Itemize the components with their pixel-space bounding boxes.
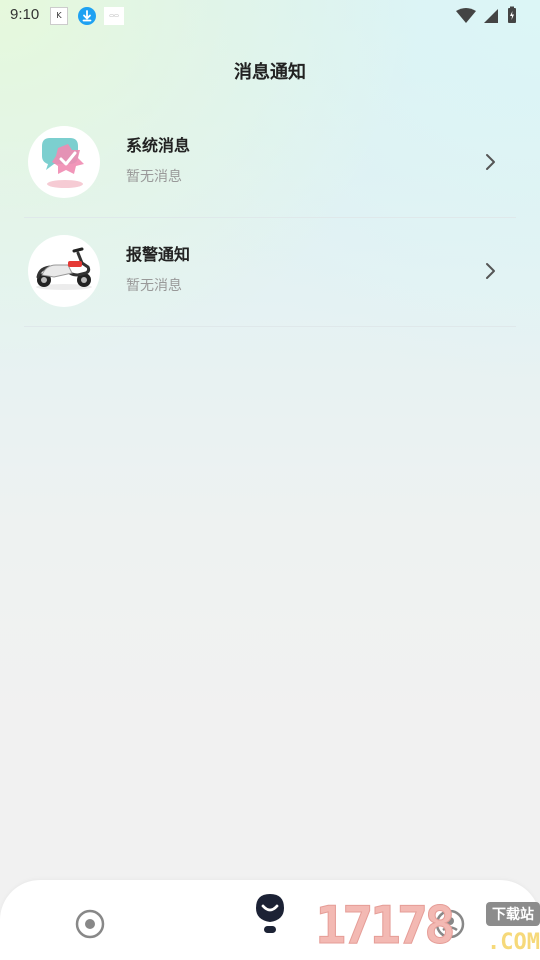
message-tab-icon [256, 894, 284, 933]
page-title: 消息通知 [234, 62, 306, 83]
download-icon [78, 7, 96, 25]
list-item-system-message[interactable]: 系统消息 暂无消息 [24, 108, 516, 218]
status-time: 9:10 [10, 6, 40, 23]
tab-messages[interactable] [240, 892, 300, 952]
status-bar: 9:10 K ▭▭ [0, 0, 540, 32]
watermark-domain: .COM [487, 930, 540, 955]
watermark-logo: 17178 下载站 .COM [315, 896, 540, 960]
system-message-icon [28, 126, 100, 198]
message-title: 系统消息 [126, 136, 191, 155]
message-subtitle: 暂无消息 [126, 169, 182, 185]
chevron-right-icon [482, 152, 498, 172]
app-thumbnail-icon: ▭▭ [104, 7, 124, 25]
scooter-icon [28, 235, 100, 307]
list-item-alarm-notification[interactable]: 报警通知 暂无消息 [24, 217, 516, 327]
watermark-badge: 下载站 [486, 902, 540, 926]
battery-charging-icon [508, 6, 516, 23]
home-tab-icon [75, 909, 105, 939]
app-notification-icon: K [50, 7, 68, 25]
tab-home[interactable] [60, 892, 120, 952]
chevron-right-icon [482, 261, 498, 281]
cellular-signal-icon [484, 9, 498, 23]
watermark-number: 17178 [315, 896, 457, 957]
status-right [440, 6, 530, 26]
message-title: 报警通知 [126, 245, 191, 264]
wifi-icon [456, 8, 476, 23]
message-subtitle: 暂无消息 [126, 278, 182, 294]
